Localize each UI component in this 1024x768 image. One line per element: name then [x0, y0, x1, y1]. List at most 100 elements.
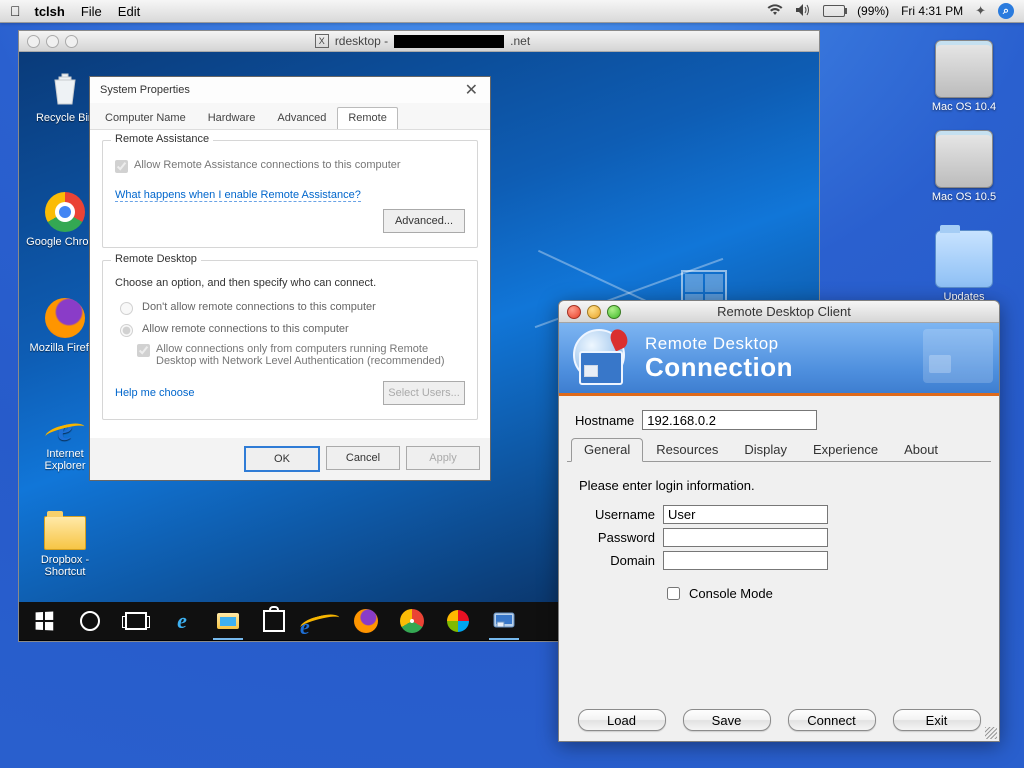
tab-experience[interactable]: Experience	[800, 438, 891, 462]
console-mode-label: Console Mode	[689, 586, 773, 601]
menu-file[interactable]: File	[81, 4, 102, 19]
taskbar-people[interactable]	[437, 602, 479, 640]
desktop-folder-updates[interactable]: Updates	[924, 230, 1004, 303]
remote-desktop-intro: Choose an option, and then specify who c…	[115, 277, 465, 289]
fieldset-remote-assistance: Remote Assistance Allow Remote Assistanc…	[102, 140, 478, 248]
menu-edit[interactable]: Edit	[118, 4, 140, 19]
taskbar-edge[interactable]: e	[161, 602, 203, 640]
desktop-drive-1[interactable]: Mac OS 10.4	[924, 40, 1004, 113]
remote-desktop-client-window[interactable]: Remote Desktop Client Remote Desktop Con…	[558, 300, 1000, 742]
tab-general[interactable]: General	[571, 438, 643, 462]
ok-button[interactable]: OK	[244, 446, 320, 472]
checkbox-nla[interactable]: Allow connections only from computers ru…	[137, 343, 465, 367]
start-button[interactable]	[23, 602, 65, 640]
x11-icon: X	[315, 34, 329, 48]
checkbox-input[interactable]	[137, 344, 150, 357]
desktop-dropbox-shortcut[interactable]: Dropbox - Shortcut	[25, 508, 105, 578]
domain-label: Domain	[579, 553, 655, 568]
rdc-titlebar[interactable]: Remote Desktop Client	[559, 301, 999, 323]
advanced-button[interactable]: Advanced...	[383, 209, 465, 233]
redacted-hostname	[394, 35, 504, 48]
connect-button[interactable]: Connect	[788, 709, 876, 731]
battery-icon[interactable]	[823, 5, 845, 17]
username-input[interactable]	[663, 505, 828, 524]
tab-advanced[interactable]: Advanced	[266, 107, 337, 129]
banner-line-2: Connection	[645, 352, 793, 383]
radio-dont-allow[interactable]: Don't allow remote connections to this c…	[115, 299, 465, 315]
banner-line-1: Remote Desktop	[645, 334, 793, 354]
minimize-traffic-light[interactable]	[587, 305, 601, 319]
apply-button[interactable]: Apply	[406, 446, 480, 470]
close-traffic-light[interactable]	[567, 305, 581, 319]
resize-grip[interactable]	[985, 727, 997, 739]
taskbar-explorer[interactable]	[207, 602, 249, 640]
exit-button[interactable]: Exit	[893, 709, 981, 731]
tab-hardware[interactable]: Hardware	[197, 107, 267, 129]
checkbox-allow-remote-assistance[interactable]: Allow Remote Assistance connections to t…	[115, 159, 465, 173]
dialog-titlebar[interactable]: System Properties ✕	[90, 77, 490, 103]
rdc-banner: Remote Desktop Connection	[559, 323, 999, 396]
spotlight-icon[interactable]: ⌕	[998, 3, 1014, 19]
rdesktop-traffic-lights[interactable]	[19, 35, 86, 48]
menubar-clock[interactable]: Fri 4:31 PM	[901, 4, 963, 18]
link-help-me-choose[interactable]: Help me choose	[115, 387, 195, 399]
taskbar-store[interactable]	[253, 602, 295, 640]
recycle-bin-icon	[43, 66, 87, 110]
rdesktop-titlebar[interactable]: X rdesktop - .net	[19, 31, 819, 52]
tab-remote[interactable]: Remote	[337, 107, 398, 129]
icon-label: Mac OS 10.5	[924, 191, 1004, 203]
taskbar-ie[interactable]: e	[299, 602, 341, 640]
ie-icon: e	[43, 402, 87, 446]
tab-page-general: Please enter login information. Username…	[559, 462, 999, 617]
menubar-app-name[interactable]: tclsh	[35, 4, 65, 19]
domain-input[interactable]	[663, 551, 828, 570]
cancel-button[interactable]: Cancel	[326, 446, 400, 470]
tab-display[interactable]: Display	[731, 438, 800, 462]
folder-icon	[43, 508, 87, 552]
rdc-button-row: Load Save Connect Exit	[559, 709, 999, 731]
screen-icon	[579, 351, 623, 385]
window-title: Remote Desktop Client	[629, 304, 939, 319]
rdc-tabs: General Resources Display Experience Abo…	[567, 438, 991, 462]
radio-allow[interactable]: Allow remote connections to this compute…	[115, 321, 465, 337]
password-label: Password	[579, 530, 655, 545]
apple-menu-icon[interactable]: 	[10, 3, 21, 19]
password-input[interactable]	[663, 528, 828, 547]
window-title-suffix: .net	[510, 34, 530, 48]
icon-label: Dropbox - Shortcut	[25, 554, 105, 578]
banner-bg-screen-icon	[923, 329, 993, 383]
volume-icon[interactable]	[795, 3, 811, 20]
battery-percent: (99%)	[857, 4, 889, 18]
desktop-drive-2[interactable]: Mac OS 10.5	[924, 130, 1004, 203]
tab-resources[interactable]: Resources	[643, 438, 731, 462]
system-properties-tabs: Computer Name Hardware Advanced Remote	[90, 103, 490, 129]
fieldset-remote-desktop: Remote Desktop Choose an option, and the…	[102, 260, 478, 420]
login-prompt: Please enter login information.	[579, 478, 979, 493]
wifi-icon[interactable]	[767, 4, 783, 19]
username-label: Username	[579, 507, 655, 522]
close-icon[interactable]: ✕	[459, 80, 484, 100]
mac-desktop:  tclsh File Edit (99%) Fri 4:31 PM ✦ ⌕ …	[0, 0, 1024, 768]
task-view-button[interactable]	[115, 602, 157, 640]
hostname-input[interactable]	[642, 410, 817, 430]
zoom-traffic-light[interactable]	[607, 305, 621, 319]
hard-drive-icon	[935, 130, 993, 188]
folder-icon	[935, 230, 993, 288]
load-button[interactable]: Load	[578, 709, 666, 731]
remote-assistance-legend: Remote Assistance	[111, 133, 213, 145]
cortana-button[interactable]	[69, 602, 111, 640]
taskbar-chrome[interactable]	[391, 602, 433, 640]
save-button[interactable]: Save	[683, 709, 771, 731]
tab-computer-name[interactable]: Computer Name	[94, 107, 197, 129]
select-users-button[interactable]: Select Users...	[383, 381, 465, 405]
tab-about[interactable]: About	[891, 438, 951, 462]
hostname-row: Hostname	[559, 396, 999, 438]
link-remote-assistance-help[interactable]: What happens when I enable Remote Assist…	[115, 189, 361, 202]
console-mode-checkbox[interactable]	[667, 587, 680, 600]
dialog-title: System Properties	[96, 84, 459, 96]
bluetooth-icon[interactable]: ✦	[975, 3, 986, 19]
checkbox-input[interactable]	[115, 160, 128, 173]
system-properties-dialog[interactable]: System Properties ✕ Computer Name Hardwa…	[89, 76, 491, 481]
taskbar-rdp[interactable]	[483, 602, 525, 640]
taskbar-firefox[interactable]	[345, 602, 387, 640]
